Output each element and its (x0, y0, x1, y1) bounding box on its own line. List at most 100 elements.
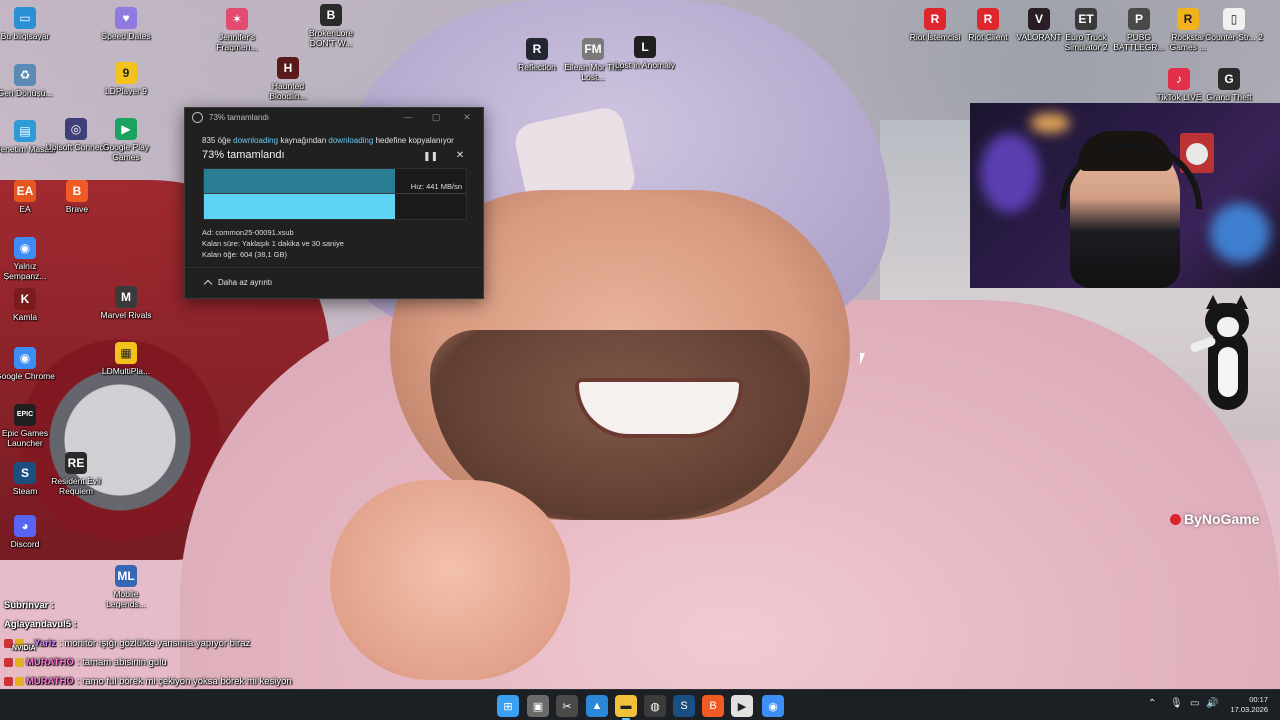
epic-games-icon: EPIC (14, 404, 36, 426)
ea-icon: EA (14, 180, 36, 202)
desktop-icon-ldmultiplayer[interactable]: ▦ LDMultiPla... (95, 342, 157, 376)
percent-complete: 73% tamamlandı (202, 149, 285, 161)
chrome-app[interactable]: ◉ (762, 695, 784, 717)
file-explorer-app[interactable]: ▬ (615, 695, 637, 720)
desktop-icon-google-play-games[interactable]: ▶ Google Play Games (95, 118, 157, 162)
item-count: 835 öğe (202, 136, 231, 145)
desktop-icon-mobile-legends[interactable]: ML Mobile Legends... (95, 565, 157, 609)
photos-app[interactable]: ▲ (586, 695, 608, 717)
desktop-icon-reflection[interactable]: R Reflection (506, 38, 568, 72)
desktop-icon-ldplayer[interactable]: 9 LDPlayer 9 (95, 62, 157, 96)
start-button[interactable]: ⊞ (497, 695, 519, 717)
desktop-icon-lost-anomaly[interactable]: L Lost in Anomaly (614, 36, 676, 70)
bynogame-watermark: ByNoGame (1170, 511, 1259, 527)
source-folder-link[interactable]: downloading (233, 136, 278, 145)
ubisoft-icon: ◎ (65, 118, 87, 140)
chrome-icon: ◉ (768, 700, 778, 713)
recycle-bin-icon: ♻ (14, 64, 36, 86)
obs-app[interactable]: ◍ (644, 695, 666, 717)
desktop-icon-haunted[interactable]: H Haunted Bloodlin... (257, 57, 319, 101)
photos-icon: ▲ (591, 700, 603, 712)
file-name: Ad: common25-00091.xsub (202, 228, 294, 237)
snipping-tool-icon: ✂ (562, 700, 572, 713)
desktop-icon-brokenlore[interactable]: B BrokenLore DON'T W... (300, 4, 362, 48)
desktop-icon-label: Kamla (12, 312, 38, 322)
media-app[interactable]: ▶ (731, 695, 753, 717)
desktop-icon-speed-dates[interactable]: ♥ Speed Dates (95, 7, 157, 41)
obs-icon: ◍ (650, 700, 660, 713)
taskbar: ⊞ ▣ ✂ ▲ ▬ ◍ S B ▶ ◉ ⌃ 🎙 ▭ 🔊 00:17 17.03.2026 (0, 689, 1280, 720)
chat-badge-icon (15, 677, 24, 686)
chat-message: Subrinvar : (4, 600, 57, 611)
chrome-icon: ◉ (14, 237, 36, 259)
steam-icon: S (14, 462, 36, 484)
wallpaper-beanie-patch (511, 104, 639, 216)
steam-app[interactable]: S (673, 695, 695, 717)
steam-icon: S (680, 700, 688, 712)
close-button[interactable]: ✕ (460, 110, 474, 124)
time-remaining: Kalan süre: Yaklaşık 1 dakika ve 30 sani… (202, 239, 344, 248)
desktop-icon-file[interactable]: ▯ Counter-Str... 2 (1203, 8, 1265, 42)
desktop-icon-jennifer[interactable]: ✶ Jennifer's Fragmen... (206, 8, 268, 52)
minimize-button[interactable]: — (401, 110, 415, 124)
reflection-icon: R (526, 38, 548, 60)
desktop-icon-label: Speed Dates (101, 31, 151, 41)
desktop-icon-resident-evil[interactable]: RE Resident Evil Requiem (45, 452, 107, 496)
chrome-icon: ◉ (14, 347, 36, 369)
dialog-titlebar[interactable]: 73% tamamlandı — ▢ ✕ (185, 108, 483, 126)
desktop-icon-label: Grand Theft (1206, 92, 1252, 102)
desktop-icon-label: Marvel Rivals (100, 310, 152, 320)
desktop-icon-kamla[interactable]: K Kamla (0, 288, 56, 322)
chevron-up-tray-icon[interactable]: ⌃ (1148, 698, 1156, 709)
brave-icon: B (709, 700, 717, 712)
pause-button[interactable]: ❚❚ (423, 149, 438, 163)
chat-username: Subrinvar : (4, 600, 55, 611)
desktop-icon-label: Jennifer's Fragmen... (216, 32, 258, 52)
webcam-overlay (970, 103, 1280, 288)
tiktok-icon: ♪ (1168, 68, 1190, 90)
dialog-title: 73% tamamlandı (209, 112, 270, 122)
bynogame-logo-icon (1170, 513, 1181, 525)
file-copy-dialog[interactable]: 73% tamamlandı — ▢ ✕ 835 öğe downloading… (184, 107, 484, 299)
source-suffix: kaynağından (280, 136, 327, 145)
wallpaper-hand (330, 480, 570, 680)
desktop-icon-label: Counter-Str... 2 (1205, 32, 1263, 42)
desktop-icon-epic-games[interactable]: EPIC Epic Games Launcher (0, 404, 56, 448)
microphone-icon[interactable]: 🎙 (1170, 698, 1183, 709)
brave-app[interactable]: B (702, 695, 724, 717)
task-view-button[interactable]: ▣ (527, 695, 549, 717)
destination-folder-link[interactable]: downloading (328, 136, 373, 145)
task-view-icon: ▣ (532, 700, 544, 713)
chat-text: : ramo ful börek mi çekiyon yoksa börek … (76, 676, 292, 687)
system-clock[interactable]: 00:17 17.03.2026 (1230, 695, 1268, 715)
chat-badge-icon (4, 677, 13, 686)
maximize-button[interactable]: ▢ (429, 110, 443, 124)
cancel-copy-button[interactable]: ✕ (453, 149, 467, 163)
chat-text: : monitör ışığı gözlükte yansıma yapıyor… (59, 638, 251, 649)
network-icon[interactable]: ▭ (1190, 698, 1199, 709)
desktop-icon-gta[interactable]: G Grand Theft (1198, 68, 1260, 102)
chat-message: MURATHO: ramo ful börek mi çekiyon yoksa… (4, 676, 292, 687)
desktop-icon-label: Google Play Games (102, 142, 150, 162)
less-details-button[interactable]: Daha az ayrıntı (203, 278, 273, 289)
snipping-tool-app[interactable]: ✂ (556, 695, 578, 717)
jennifer-icon: ✶ (226, 8, 248, 30)
discord-icon: ◕ (14, 515, 36, 537)
desktop-icon-computer[interactable]: ▭ Bu bilgisayar (0, 7, 56, 41)
control-panel-icon: ▤ (14, 120, 36, 142)
desktop-icon-chrome[interactable]: ◉ Yalnız Şempanz... (0, 237, 56, 281)
nvidia-label: NVIDIA (12, 645, 36, 652)
desktop-icon-recycle-bin[interactable]: ♻ Geri Dönüşü... (0, 64, 56, 98)
gta-icon: G (1218, 68, 1240, 90)
desktop-icon-brave[interactable]: B Brave (46, 180, 108, 214)
file-explorer-icon: ▬ (620, 700, 632, 712)
desktop-icon-marvel-rivals[interactable]: M Marvel Rivals (95, 286, 157, 320)
desktop-icon-discord[interactable]: ◕ Discord (0, 515, 56, 549)
volume-icon[interactable]: 🔊 (1206, 698, 1218, 709)
mouse-cursor (860, 353, 865, 365)
desktop-icon-chrome[interactable]: ◉ Google Chrome (0, 347, 56, 381)
destination-suffix: hedefine kopyalanıyor (375, 136, 454, 145)
chat-badge-icon (4, 658, 13, 667)
chevron-up-icon (203, 279, 213, 289)
less-details-label: Daha az ayrıntı (218, 278, 273, 287)
